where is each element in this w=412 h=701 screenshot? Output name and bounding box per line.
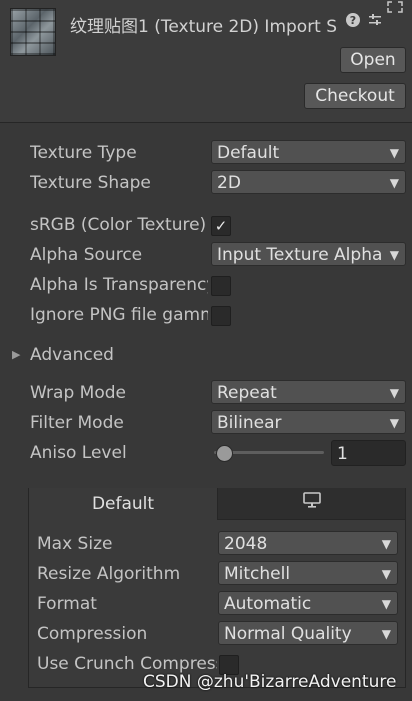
max-size-label: Max Size: [37, 534, 113, 554]
tab-default[interactable]: Default: [29, 488, 218, 520]
filter-mode-label: Filter Mode: [30, 413, 124, 433]
chevron-down-icon: ▼: [389, 416, 399, 430]
ignore-png-gamma-label: Ignore PNG file gamma: [30, 305, 208, 325]
max-size-value: 2048: [224, 534, 268, 554]
wrap-mode-dropdown[interactable]: Repeat ▼: [211, 380, 406, 404]
chevron-down-icon: ▼: [381, 567, 391, 581]
ignore-png-gamma-checkbox[interactable]: [211, 306, 231, 326]
monitor-icon: [302, 488, 322, 520]
filter-mode-value: Bilinear: [217, 413, 282, 433]
open-button[interactable]: Open: [340, 47, 406, 73]
chevron-down-icon: ▼: [389, 243, 399, 265]
srgb-label: sRGB (Color Texture): [30, 215, 207, 235]
aniso-level-field[interactable]: 1: [331, 440, 406, 466]
resize-algorithm-dropdown[interactable]: Mitchell ▼: [218, 561, 398, 585]
texture-shape-value: 2D: [217, 173, 241, 193]
header-divider: [0, 122, 412, 123]
srgb-checkbox[interactable]: ✓: [211, 216, 231, 236]
texture-shape-dropdown[interactable]: 2D ▼: [211, 170, 406, 194]
alpha-is-transparency-checkbox[interactable]: [211, 276, 231, 296]
chevron-down-icon: ▼: [389, 176, 399, 190]
tab-standalone[interactable]: [218, 488, 405, 520]
texture-type-value: Default: [217, 143, 280, 163]
filter-mode-dropdown[interactable]: Bilinear ▼: [211, 410, 406, 434]
format-dropdown[interactable]: Automatic ▼: [218, 591, 398, 615]
checkmark-icon: ✓: [214, 217, 228, 235]
svg-text:?: ?: [350, 14, 356, 27]
texture-type-label: Texture Type: [30, 143, 137, 163]
texture-thumbnail: [10, 8, 56, 56]
checkout-button[interactable]: Checkout: [304, 83, 406, 109]
resize-algorithm-label: Resize Algorithm: [37, 564, 181, 584]
compression-label: Compression: [37, 624, 148, 644]
watermark-text: CSDN @zhu'BizarreAdventure: [143, 672, 397, 692]
aniso-slider-thumb[interactable]: [216, 445, 233, 462]
format-value: Automatic: [224, 594, 312, 614]
chevron-down-icon: ▼: [381, 627, 391, 641]
expand-icon[interactable]: [386, 0, 404, 18]
alpha-source-label: Alpha Source: [30, 245, 143, 265]
chevron-down-icon: ▼: [381, 597, 391, 611]
alpha-source-dropdown[interactable]: Input Texture Alpha ▼: [211, 242, 406, 266]
alpha-source-value: Input Texture Alpha: [217, 245, 383, 265]
chevron-down-icon: ▼: [389, 146, 399, 160]
wrap-mode-label: Wrap Mode: [30, 383, 126, 403]
aniso-level-label: Aniso Level: [30, 443, 127, 463]
help-icon[interactable]: ?: [344, 12, 362, 32]
compression-value: Normal Quality: [224, 624, 352, 644]
texture-type-dropdown[interactable]: Default ▼: [211, 140, 406, 164]
format-label: Format: [37, 594, 97, 614]
use-crunch-label: Use Crunch Compression: [37, 654, 217, 674]
advanced-foldout-label[interactable]: Advanced: [30, 345, 114, 365]
sliders-icon[interactable]: [366, 12, 384, 32]
texture-shape-label: Texture Shape: [30, 173, 151, 193]
resize-algorithm-value: Mitchell: [224, 564, 291, 584]
wrap-mode-value: Repeat: [217, 383, 277, 403]
inspector-title: 纹理贴图1 (Texture 2D) Import Settings: [70, 17, 338, 37]
alpha-is-transparency-label: Alpha Is Transparency: [30, 275, 208, 295]
compression-dropdown[interactable]: Normal Quality ▼: [218, 621, 398, 645]
chevron-down-icon: ▼: [381, 537, 391, 551]
max-size-dropdown[interactable]: 2048 ▼: [218, 531, 398, 555]
foldout-arrow-icon[interactable]: ▶: [12, 348, 20, 361]
chevron-down-icon: ▼: [389, 386, 399, 400]
